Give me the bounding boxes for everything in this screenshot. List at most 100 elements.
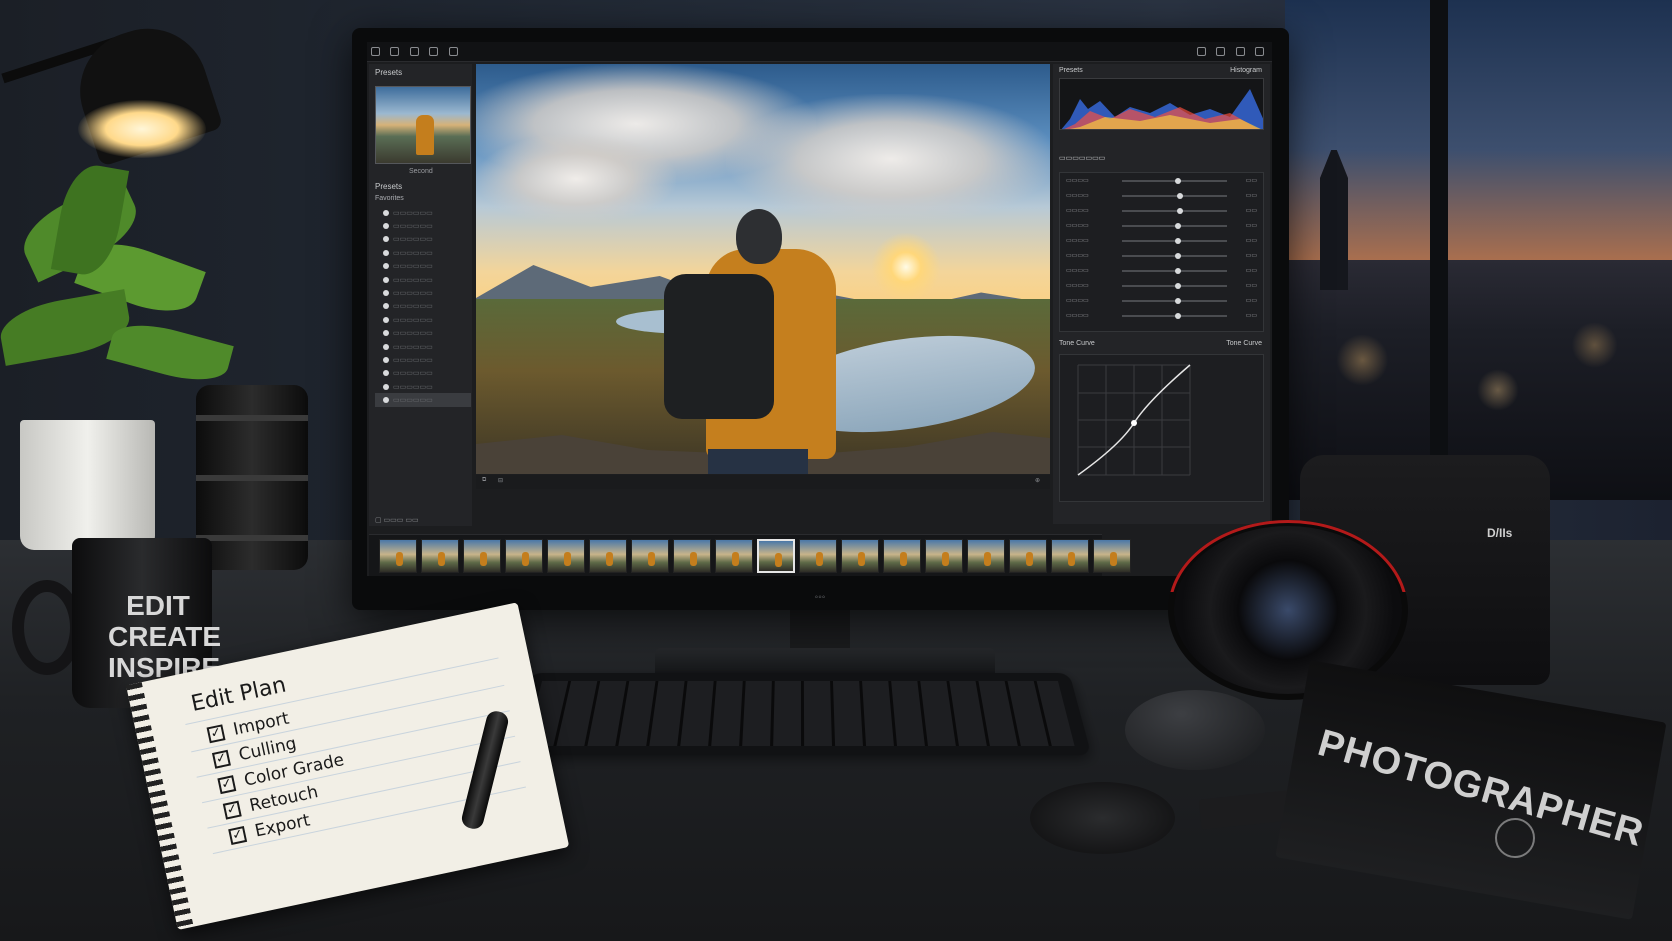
- filmstrip-thumbnail[interactable]: [547, 539, 585, 573]
- preset-tree-item[interactable]: ▭▭▭▭▭▭: [375, 246, 471, 259]
- slider-track[interactable]: [1122, 177, 1227, 184]
- slider-value: ▭▭: [1245, 253, 1257, 259]
- preset-label: ▭▭▭▭▭▭: [393, 330, 433, 338]
- slider-knob[interactable]: [1174, 297, 1181, 304]
- slider-knob[interactable]: [1174, 237, 1181, 244]
- filmstrip-thumbnail[interactable]: [673, 539, 711, 573]
- slider-track[interactable]: [1122, 192, 1227, 199]
- adjustment-slider-row[interactable]: ▭▭▭▭ ▭▭: [1060, 293, 1263, 308]
- slider-label: ▭▭▭▭: [1066, 283, 1089, 289]
- main-photo[interactable]: [476, 64, 1050, 474]
- filmstrip-thumbnail[interactable]: [1009, 539, 1047, 573]
- adjustment-slider-row[interactable]: ▭▭▭▭ ▭▭: [1060, 233, 1263, 248]
- slider-knob[interactable]: [1174, 177, 1181, 184]
- filmstrip-thumbnail[interactable]: [463, 539, 501, 573]
- slider-label: ▭▭▭▭: [1066, 178, 1089, 184]
- preset-tree-item[interactable]: ▭▭▭▭▭▭: [375, 313, 471, 326]
- filmstrip-thumbnail[interactable]: [967, 539, 1005, 573]
- thumbnail-hiker: [416, 115, 434, 155]
- filmstrip-thumbnail[interactable]: [883, 539, 921, 573]
- zoom-icon[interactable]: ⊕: [1035, 477, 1040, 484]
- preset-tree-item[interactable]: ▭▭▭▭▭▭: [375, 300, 471, 313]
- filmstrip-thumbnail[interactable]: [421, 539, 459, 573]
- preset-icon: [383, 343, 389, 350]
- tone-curve-title: Tone Curve: [1226, 340, 1262, 347]
- slider-knob[interactable]: [1174, 312, 1181, 319]
- slider-label: ▭▭▭▭: [1066, 208, 1089, 214]
- filmstrip-thumbnail[interactable]: [631, 539, 669, 573]
- adjustment-slider-row[interactable]: ▭▭▭▭ ▭▭: [1060, 218, 1263, 233]
- hiker-head: [736, 209, 782, 264]
- preset-tree-item[interactable]: ▭▭▭▭▭▭: [375, 340, 471, 353]
- folder-icon[interactable]: [409, 47, 419, 56]
- preset-icon: [383, 316, 389, 323]
- import-icon[interactable]: [429, 47, 439, 56]
- adjustment-slider-row[interactable]: ▭▭▭▭ ▭▭: [1060, 248, 1263, 263]
- preset-icon: [383, 276, 389, 283]
- slider-track[interactable]: [1122, 207, 1227, 214]
- image-toolbar: ⧉ ⊟ ⊕: [476, 475, 1050, 489]
- share-icon[interactable]: [1216, 47, 1226, 56]
- preset-tree-item[interactable]: ▭▭▭▭▭▭: [375, 273, 471, 286]
- lamp-light: [78, 100, 206, 158]
- slider-knob[interactable]: [1174, 267, 1181, 274]
- filmstrip-thumbnail[interactable]: [757, 539, 795, 573]
- slider-track[interactable]: [1122, 282, 1227, 289]
- mouse: [1125, 690, 1265, 770]
- compare-icon[interactable]: ⊟: [498, 477, 503, 484]
- slider-track[interactable]: [1122, 222, 1227, 229]
- adjustment-slider-row[interactable]: ▭▭▭▭ ▭▭: [1060, 203, 1263, 218]
- slider-track[interactable]: [1122, 252, 1227, 259]
- filmstrip-thumbnail[interactable]: [1051, 539, 1089, 573]
- filmstrip-thumbnail[interactable]: [1093, 539, 1131, 573]
- settings-icon[interactable]: [1235, 47, 1245, 56]
- adjustment-slider-row[interactable]: ▭▭▭▭ ▭▭: [1060, 188, 1263, 203]
- slider-knob[interactable]: [1176, 192, 1183, 199]
- slider-knob[interactable]: [1176, 207, 1183, 214]
- home-icon[interactable]: [371, 47, 380, 56]
- favorites-folder[interactable]: Favorites: [375, 195, 404, 202]
- slider-knob[interactable]: [1174, 282, 1181, 289]
- filmstrip-thumbnail[interactable]: [505, 539, 543, 573]
- slider-track[interactable]: [1122, 267, 1227, 274]
- slider-knob[interactable]: [1174, 252, 1181, 259]
- preset-tree-item[interactable]: ▭▭▭▭▭▭: [375, 367, 471, 380]
- adjustment-slider-row[interactable]: ▭▭▭▭ ▭▭: [1060, 263, 1263, 278]
- tone-curve[interactable]: [1059, 354, 1264, 502]
- preset-tree-item[interactable]: ▭▭▭▭▭▭: [375, 233, 471, 246]
- search-icon[interactable]: [1196, 47, 1206, 56]
- preset-tree-item[interactable]: ▭▭▭▭▭▭: [375, 286, 471, 299]
- slider-value: ▭▭: [1245, 223, 1257, 229]
- filmstrip-thumbnail[interactable]: [799, 539, 837, 573]
- adjustment-slider-row[interactable]: ▭▭▭▭ ▭▭: [1060, 278, 1263, 293]
- presets-section-title[interactable]: Presets: [375, 182, 402, 191]
- adjustment-slider-row[interactable]: ▭▭▭▭ ▭▭: [1060, 173, 1263, 188]
- filmstrip-thumbnail[interactable]: [841, 539, 879, 573]
- crop-icon[interactable]: ⧉: [482, 477, 486, 484]
- checkbox-icon: ✓: [228, 826, 248, 846]
- preset-tree-item[interactable]: ▭▭▭▭▭▭: [375, 393, 471, 407]
- histogram-chart: [1061, 89, 1263, 129]
- navigator-thumbnail[interactable]: [375, 86, 471, 164]
- preset-tree-item[interactable]: ▭▭▭▭▭▭: [375, 219, 471, 232]
- export-icon[interactable]: [448, 47, 458, 56]
- preset-tree-item[interactable]: ▭▭▭▭▭▭: [375, 327, 471, 340]
- tower: [1320, 150, 1348, 290]
- preset-tree-item[interactable]: ▭▭▭▭▭▭: [375, 260, 471, 273]
- slider-track[interactable]: [1122, 312, 1227, 319]
- preset-label: ▭▭▭▭▭▭: [393, 303, 433, 311]
- slider-track[interactable]: [1122, 237, 1227, 244]
- slider-knob[interactable]: [1174, 222, 1181, 229]
- filmstrip-thumbnail[interactable]: [589, 539, 627, 573]
- preset-tree-item[interactable]: ▭▭▭▭▭▭: [375, 353, 471, 366]
- gear-icon[interactable]: [390, 47, 400, 56]
- preset-tree-item[interactable]: ▭▭▭▭▭▭: [375, 206, 471, 219]
- account-icon[interactable]: [1255, 47, 1264, 56]
- adjustment-slider-row[interactable]: ▭▭▭▭ ▭▭: [1060, 308, 1263, 323]
- filmstrip-thumbnail[interactable]: [379, 539, 417, 573]
- preset-tree-item[interactable]: ▭▭▭▭▭▭: [375, 380, 471, 393]
- filmstrip-thumbnail[interactable]: [715, 539, 753, 573]
- preset-icon: [383, 356, 389, 363]
- filmstrip-thumbnail[interactable]: [925, 539, 963, 573]
- slider-track[interactable]: [1122, 297, 1227, 304]
